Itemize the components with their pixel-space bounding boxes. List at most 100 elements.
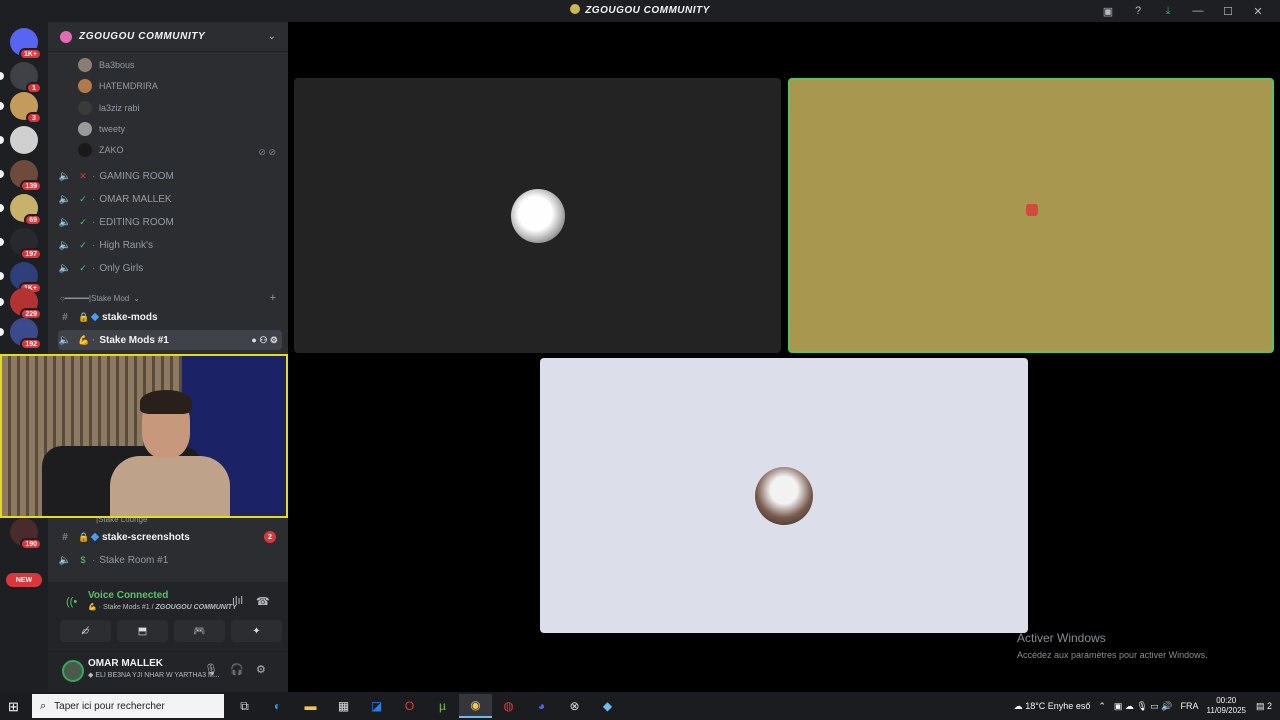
- voice-stage: [288, 22, 1280, 692]
- server-icon[interactable]: 229: [0, 288, 42, 320]
- home-button[interactable]: 1K+: [10, 28, 42, 60]
- voice-channel-stake-mods-1[interactable]: 🔈 💪 · Stake Mods #1 ● ⚇ ⚙: [58, 330, 282, 350]
- add-channel-icon[interactable]: +: [270, 292, 276, 304]
- diamond-icon: [90, 312, 100, 322]
- voice-channel-stake-room-1[interactable]: 🔈 $ · Stake Room #1: [58, 550, 282, 570]
- unread-pill: [0, 102, 4, 110]
- clock[interactable]: 00:20 11/09/2025: [1207, 696, 1246, 716]
- activation-watermark: Activer Windows Accédez aux paramètres p…: [1017, 631, 1208, 660]
- weather-widget[interactable]: ☁ 18°C Enyhe eső: [1014, 701, 1091, 712]
- server-icon[interactable]: 197: [0, 228, 42, 260]
- taskbar-search[interactable]: ⌕ Taper ici pour rechercher: [32, 694, 224, 718]
- notification-icon[interactable]: ▤ 2: [1256, 701, 1272, 712]
- voice-user[interactable]: Ba3bous: [78, 56, 135, 74]
- speaker-icon: 🔈: [58, 554, 72, 566]
- voice-channel-editing-room[interactable]: 🔈 ✓ · EDITING ROOM: [58, 212, 282, 232]
- participant-avatar: [510, 188, 565, 243]
- dollar-icon: $: [80, 555, 86, 565]
- outlook-icon[interactable]: ◪: [360, 694, 393, 718]
- voice-status[interactable]: Voice Connected: [88, 590, 168, 601]
- chevron-down-icon: ⌄: [133, 293, 140, 303]
- activity-icon[interactable]: 🎮: [174, 620, 225, 642]
- file-explorer-icon[interactable]: ▬: [294, 694, 327, 718]
- user-panel: OMAR MALLEK ◆ ELI BE3NA YJI NHAR W YARTH…: [48, 652, 288, 692]
- download-icon[interactable]: ⤓: [1154, 2, 1182, 20]
- maximize-button[interactable]: ☐: [1214, 2, 1242, 20]
- new-badge: NEW: [6, 573, 42, 587]
- opera-icon[interactable]: O: [393, 694, 426, 718]
- server-badge: 3: [26, 112, 42, 124]
- signal-icon[interactable]: ((•: [66, 596, 77, 608]
- voice-channel-only-girls[interactable]: 🔈 ✓ · Only Girls: [58, 258, 282, 278]
- discord-icon[interactable]: ◕: [525, 694, 558, 718]
- server-icon[interactable]: 190: [10, 518, 42, 550]
- guild-header[interactable]: ZGOUGOU COMMUNITY ⌄: [48, 22, 288, 52]
- tray-icons[interactable]: ▣ ☁ 🎙 ▭ 🔊: [1114, 701, 1173, 712]
- inbox-icon[interactable]: ▣: [1094, 2, 1122, 20]
- server-badge: 190: [20, 538, 42, 550]
- server-icon[interactable]: 1K+: [0, 262, 42, 294]
- unread-pill: [0, 328, 4, 336]
- store-icon[interactable]: ▦: [327, 694, 360, 718]
- voice-user[interactable]: tweety: [78, 120, 125, 138]
- voice-user-name: Ba3bous: [99, 60, 135, 70]
- channel-name: High Rank's: [99, 239, 153, 251]
- channel-actions-icon[interactable]: ● ⚇ ⚙: [251, 335, 278, 346]
- chevron-up-icon[interactable]: ⌃: [1098, 701, 1106, 712]
- voice-user-name: tweety: [99, 124, 126, 134]
- steam-icon[interactable]: ◆: [591, 694, 624, 718]
- participant-tile[interactable]: [540, 358, 1028, 633]
- user-name[interactable]: OMAR MALLEK: [88, 658, 163, 669]
- avatar[interactable]: [62, 660, 84, 682]
- help-icon[interactable]: ?: [1124, 2, 1152, 20]
- speaker-icon: 🔈: [58, 216, 72, 228]
- chrome-icon[interactable]: ◉: [459, 694, 492, 718]
- voice-channel-gaming-room[interactable]: 🔈 ✕ · GAMING ROOM: [58, 166, 282, 186]
- titlebar-controls: ▣ ? ⤓ — ☐ ✕: [1094, 2, 1272, 20]
- channel-name: stake-screenshots: [102, 531, 190, 543]
- search-icon: ⌕: [40, 699, 47, 712]
- voice-channel-omar-mallek[interactable]: 🔈 ✓ · OMAR MALLEK: [58, 189, 282, 209]
- text-channel-stake-mods[interactable]: # 🔒 stake-mods: [58, 307, 282, 327]
- server-icon[interactable]: 3: [0, 92, 42, 124]
- voice-user[interactable]: ZAKO: [78, 141, 124, 159]
- status-icon: ✕: [79, 170, 87, 181]
- voice-connection-panel: ((• Voice Connected 💪 · Stake Mods #1 / …: [48, 582, 288, 652]
- server-icon[interactable]: 1: [0, 62, 42, 94]
- voice-location[interactable]: 💪 · Stake Mods #1 / ZGOUGOU COMMUNITY: [88, 603, 237, 611]
- headphones-icon[interactable]: 🎧: [230, 663, 244, 676]
- server-icon[interactable]: 192: [0, 318, 42, 350]
- voice-user[interactable]: la3ziz rabi: [78, 99, 140, 117]
- windows-start-icon[interactable]: ⊞: [8, 699, 19, 715]
- edge-icon[interactable]: ◐: [261, 694, 294, 718]
- voice-user[interactable]: HATEMDRIRA: [78, 77, 158, 95]
- hangup-icon[interactable]: ☎: [256, 595, 270, 608]
- server-icon[interactable]: 69: [0, 194, 42, 226]
- utorrent-icon[interactable]: µ: [426, 694, 459, 718]
- participant-tile[interactable]: [294, 78, 781, 353]
- voice-channel-high-ranks[interactable]: 🔈 ✓ · High Rank's: [58, 235, 282, 255]
- screen-share-icon[interactable]: ⬒: [117, 620, 168, 642]
- server-icon[interactable]: [0, 126, 38, 154]
- task-view-icon[interactable]: ⧉: [228, 694, 261, 718]
- hash-icon: #: [62, 531, 68, 543]
- text-channel-stake-screenshots[interactable]: # 🔒 stake-screenshots 2: [58, 527, 282, 547]
- webcam-overlay[interactable]: [0, 354, 288, 518]
- game-launcher-icon[interactable]: ◍: [492, 694, 525, 718]
- minimize-button[interactable]: —: [1184, 2, 1212, 20]
- close-button[interactable]: ✕: [1244, 2, 1272, 20]
- speaker-icon: 🔈: [58, 334, 72, 346]
- category-stake-mod[interactable]: ○━━━━━|Stake Mod ⌄ +: [60, 290, 280, 306]
- noise-suppression-icon[interactable]: ılıl: [232, 595, 243, 607]
- participant-avatar: [755, 466, 813, 525]
- xbox-icon[interactable]: ⊗: [558, 694, 591, 718]
- participant-tile-speaking[interactable]: [788, 78, 1274, 353]
- unread-pill: [0, 72, 4, 80]
- soundboard-icon[interactable]: ✦: [231, 620, 282, 642]
- gear-icon[interactable]: ⚙: [256, 663, 266, 676]
- mic-icon[interactable]: 🎙: [204, 663, 218, 676]
- server-icon[interactable]: 139: [0, 160, 42, 192]
- language-indicator[interactable]: FRA: [1181, 701, 1199, 711]
- chevron-down-icon[interactable]: ⌄: [268, 31, 276, 42]
- camera-off-icon[interactable]: ▱̸: [60, 620, 111, 642]
